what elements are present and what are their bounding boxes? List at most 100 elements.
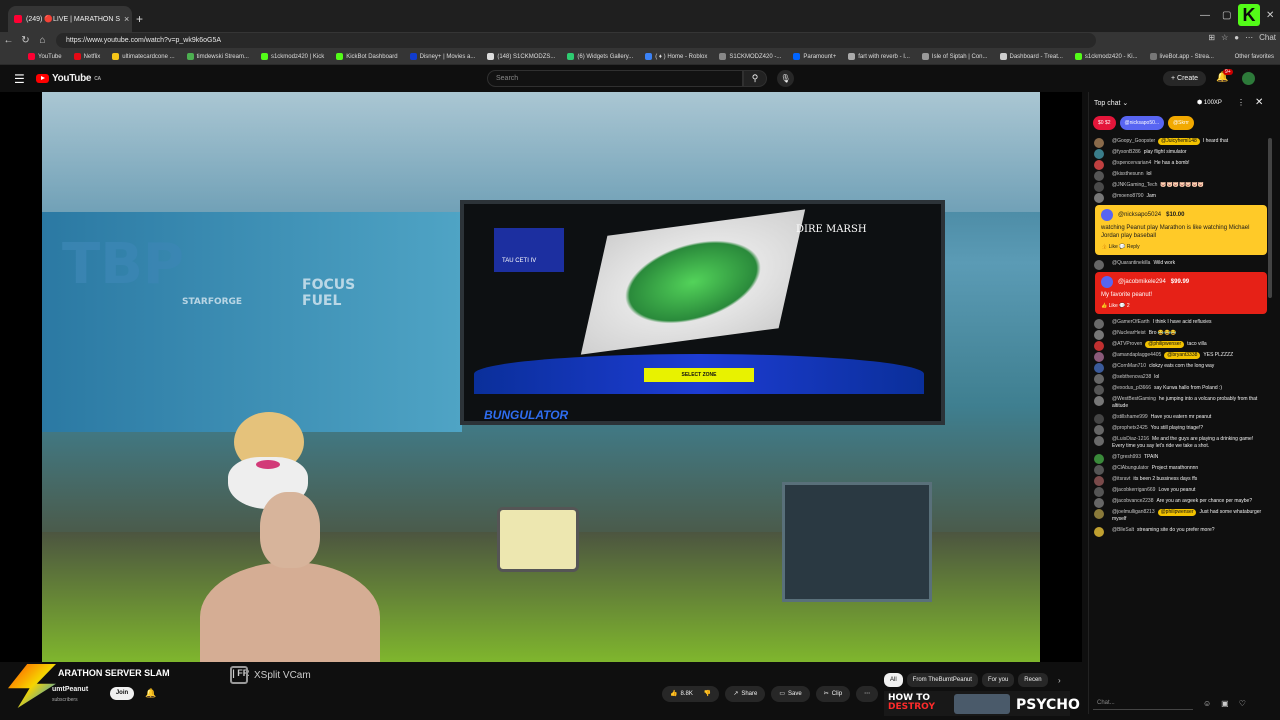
bookmark-item[interactable]: liveBot.app - Strea... — [1149, 53, 1214, 60]
new-tab-icon[interactable]: + — [136, 12, 143, 26]
chat-author[interactable]: @ATVProven — [1112, 341, 1142, 347]
chat-avatar[interactable] — [1094, 509, 1104, 519]
chat-author[interactable]: @Tgresh993 — [1112, 454, 1141, 460]
bookmark-item[interactable]: KickBot Dashboard — [336, 53, 398, 60]
ticker-item[interactable]: @nicksapo50... — [1119, 116, 1165, 130]
chat-author[interactable]: @WestBestGaming — [1112, 396, 1156, 402]
super-chat-like[interactable]: Like — [1109, 303, 1118, 309]
chat-avatar[interactable] — [1094, 436, 1104, 446]
bookmark-item[interactable]: Netflix — [73, 53, 100, 60]
search-input[interactable]: Search — [487, 70, 743, 87]
extensions-icon[interactable]: ⊞ — [1208, 33, 1215, 42]
like-button[interactable]: 👍 8.8K 👎 — [662, 686, 720, 702]
save-button[interactable]: ▭ Save — [771, 686, 810, 702]
super-chat-author[interactable]: @jacobmikele294 — [1118, 278, 1166, 286]
chat-author[interactable]: @kissthesunn — [1112, 171, 1143, 177]
xp-badge[interactable]: ⬢ 100XP — [1197, 99, 1222, 106]
emoji-icon[interactable]: ☺ — [1203, 699, 1211, 708]
chat-author[interactable]: @ClAbungulator — [1112, 465, 1149, 471]
video-player[interactable]: TBP FOCUS FUEL STARFORGE TAU CETI IV DIR… — [0, 92, 1082, 662]
subscribe-bell-icon[interactable]: 🔔 — [145, 688, 156, 699]
chat-author[interactable]: @prophetx2425 — [1112, 425, 1148, 431]
close-window-icon[interactable]: ✕ — [1266, 10, 1274, 21]
ticker-item[interactable]: @Skrrr — [1168, 116, 1194, 130]
ticker-item[interactable]: $0 $2 — [1093, 116, 1116, 130]
super-chat-icon[interactable]: ▣ — [1221, 699, 1229, 708]
chat-author[interactable]: @JNKGaming_Tech — [1112, 182, 1157, 188]
chat-author[interactable]: @jacobvance2238 — [1112, 498, 1154, 504]
bookmark-item[interactable]: (148) S1CKMODZS... — [487, 53, 555, 60]
chat-avatar[interactable] — [1094, 396, 1104, 406]
chat-input[interactable]: Chat... — [1093, 696, 1193, 710]
bookmark-item[interactable]: Isle of Siptah | Con... — [921, 53, 988, 60]
close-tab-icon[interactable]: × — [124, 14, 129, 24]
chat-author[interactable]: @amandaplagge4405 — [1112, 352, 1161, 358]
chat-scrollbar[interactable] — [1268, 138, 1272, 298]
chat-author[interactable]: @moeno8790 — [1112, 193, 1144, 199]
chat-author[interactable]: @sebthenova238 — [1112, 374, 1151, 380]
bookmark-item[interactable]: s1ckmodz420 - Ki... — [1074, 53, 1138, 60]
close-chat-icon[interactable]: ✕ — [1255, 97, 1263, 108]
chat-author[interactable]: @exodus_pl3666 — [1112, 385, 1151, 391]
super-chat-avatar[interactable] — [1101, 276, 1113, 288]
bookmark-item[interactable]: Paramount+ — [793, 53, 836, 60]
bookmark-item[interactable]: Dashboard - Treat... — [999, 53, 1063, 60]
chat-avatar[interactable] — [1094, 193, 1104, 203]
bookmark-item[interactable]: YouTube — [28, 53, 62, 60]
chat-author[interactable]: @NuclearHeist — [1112, 330, 1146, 336]
chat-author[interactable]: @stillshame999 — [1112, 414, 1148, 420]
like-icon[interactable]: 👍 — [1101, 244, 1109, 250]
other-favorites[interactable]: Other favorites — [1235, 54, 1274, 60]
chat-author[interactable]: @Quarantinekilla — [1112, 260, 1150, 266]
mic-icon[interactable]: 🎙 — [777, 70, 794, 87]
recommended-video-thumbnail[interactable]: HOW TO DESTROY PSYCHO — [884, 691, 1080, 716]
notifications-bell-icon[interactable]: 🔔 9+ — [1216, 69, 1233, 83]
chat-author[interactable]: @BlleSalt — [1112, 527, 1134, 533]
bookmark-item[interactable]: S1CKMODZ420 -... — [719, 53, 781, 60]
bookmark-item[interactable]: ( ♦ ) Home - Roblox — [645, 53, 707, 60]
profile-icon[interactable]: ● — [1234, 33, 1239, 42]
chat-author[interactable]: @Goopy_Goopster — [1112, 138, 1155, 144]
chat-avatar[interactable] — [1094, 527, 1104, 537]
back-icon[interactable]: ← — [0, 35, 17, 46]
favorites-icon[interactable]: ☆ — [1221, 33, 1228, 42]
browser-tab[interactable]: (249) 🔴LIVE | MARATHON S × — [8, 6, 132, 32]
home-icon[interactable]: ⌂ — [34, 35, 51, 46]
account-avatar[interactable] — [1242, 72, 1255, 85]
create-button[interactable]: + Create — [1163, 71, 1207, 86]
bookmark-item[interactable]: Disney+ | Movies a... — [409, 53, 475, 60]
chat-author[interactable]: @itsravt — [1112, 476, 1130, 482]
reply-count-icon[interactable]: 💬 — [1119, 303, 1127, 309]
menu-hamburger-icon[interactable]: ☰ — [14, 72, 25, 86]
super-chat-reply-count[interactable]: 2 — [1127, 303, 1130, 309]
chat-author[interactable]: @spencervarian4 — [1112, 160, 1151, 166]
heart-icon[interactable]: ♡ — [1239, 699, 1246, 708]
minimize-icon[interactable]: — — [1200, 10, 1210, 21]
clip-button[interactable]: ✂ Clip — [815, 686, 851, 702]
chip-filter[interactable]: For you — [981, 673, 1015, 687]
url-input[interactable]: https://www.youtube.com/watch?v=p_wk9k6o… — [56, 33, 1096, 48]
bookmark-item[interactable]: ultimatecardcone ... — [112, 53, 175, 60]
super-chat-reply[interactable]: Reply — [1127, 244, 1140, 250]
chat-author[interactable]: @fysonB286 — [1112, 149, 1141, 155]
share-button[interactable]: ↗ Share — [725, 686, 766, 702]
chat-avatar[interactable] — [1094, 260, 1104, 270]
youtube-logo[interactable]: YouTube CA — [36, 73, 101, 84]
channel-name[interactable]: umtPeanut — [52, 686, 88, 693]
refresh-icon[interactable]: ↻ — [17, 35, 34, 46]
search-icon[interactable]: ⚲ — [743, 70, 767, 87]
chip-filter[interactable]: All — [884, 673, 903, 687]
more-actions-icon[interactable]: ⋯ — [856, 686, 879, 702]
chat-author[interactable]: @jacobkerrigan669 — [1112, 487, 1155, 493]
bookmark-item[interactable]: (6) Widgets Gallery... — [567, 53, 633, 60]
chat-author[interactable]: @joelmulligan8213 — [1112, 509, 1155, 515]
chat-more-icon[interactable]: ⋮ — [1237, 98, 1245, 107]
bookmark-item[interactable]: timdewski Stream... — [186, 53, 249, 60]
chat-mode-dropdown[interactable]: Top chat ⌄ — [1094, 99, 1128, 107]
super-chat-avatar[interactable] — [1101, 209, 1113, 221]
maximize-icon[interactable]: ▢ — [1222, 10, 1231, 21]
bookmark-item[interactable]: s1ckmodz420 | Kick — [260, 53, 324, 60]
super-chat-like[interactable]: Like — [1109, 244, 1118, 250]
reply-icon[interactable]: 💬 — [1119, 244, 1127, 250]
chat-author[interactable]: @LuisDiaz-1216 — [1112, 436, 1149, 442]
